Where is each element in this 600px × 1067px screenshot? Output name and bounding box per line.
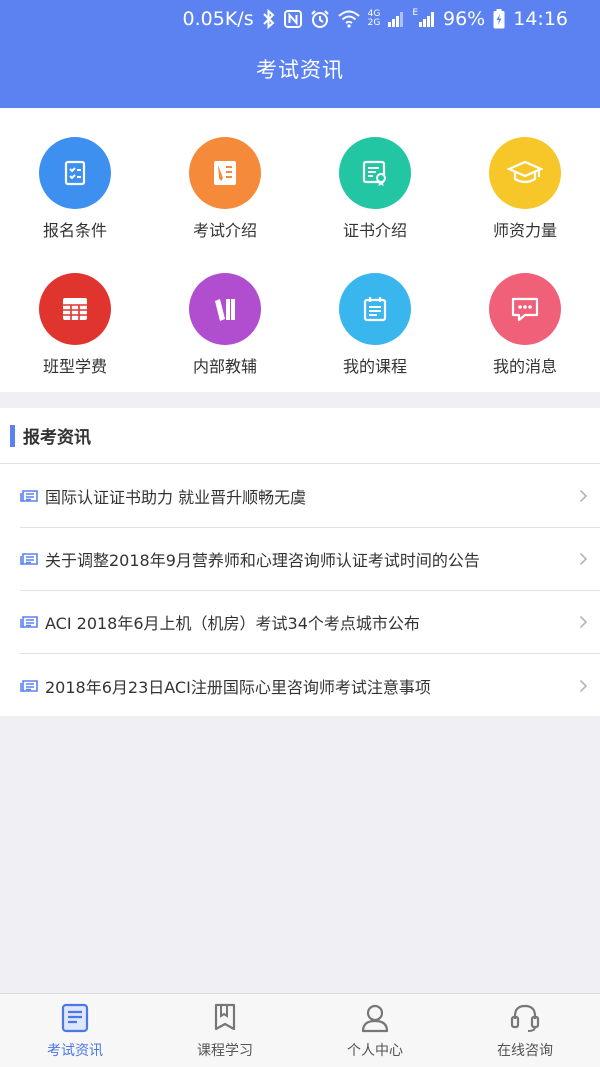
- signal-e-label: E: [412, 8, 418, 18]
- message-icon: [489, 273, 561, 345]
- app-header: 0.05K/s 4G 2G E 96% 14:16 考试资讯: [0, 0, 600, 108]
- signal-4g-2g-icon: 4G 2G: [367, 9, 381, 28]
- news-item-title: 国际认证证书助力 就业晋升顺畅无虞: [45, 488, 307, 507]
- wifi-icon: [337, 10, 360, 28]
- news-item[interactable]: 国际认证证书助力 就业晋升顺畅无虞: [20, 465, 600, 528]
- grid-label: 班型学费: [42, 357, 107, 376]
- chevron-right-icon: [566, 615, 600, 629]
- news-item[interactable]: 关于调整2018年9月营养师和心理咨询师认证考试时间的公告: [20, 528, 600, 591]
- network-speed: 0.05K/s: [182, 8, 254, 30]
- grid-item-certificate-introduction[interactable]: 证书介绍: [300, 137, 450, 257]
- section-accent-bar: [10, 424, 15, 447]
- news-item-title: 关于调整2018年9月营养师和心理咨询师认证考试时间的公告: [45, 551, 480, 570]
- newspaper-icon: [20, 490, 38, 502]
- chevron-right-icon: [566, 679, 600, 693]
- clock-time: 14:16: [513, 8, 568, 30]
- grid-label: 证书介绍: [342, 221, 407, 240]
- checklist-icon: [39, 137, 111, 209]
- news-icon: [61, 1003, 89, 1033]
- newspaper-icon: [20, 679, 38, 692]
- nfc-icon: [283, 10, 302, 28]
- battery-icon: [493, 9, 505, 29]
- grid-label: 内部教辅: [192, 357, 257, 376]
- news-item-title: 2018年6月23日ACI注册国际心里咨询师考试注意事项: [45, 677, 431, 697]
- chevron-right-icon: [566, 489, 600, 503]
- certificate-icon: [339, 137, 411, 209]
- grid-item-class-tuition[interactable]: 班型学费: [0, 273, 150, 393]
- tab-course-study[interactable]: 课程学习: [150, 994, 300, 1067]
- chevron-right-icon: [566, 552, 600, 566]
- person-icon: [361, 1004, 389, 1033]
- tab-label: 课程学习: [197, 1043, 253, 1059]
- headset-icon: [510, 1004, 540, 1032]
- news-section-title: 报考资讯: [23, 428, 91, 448]
- tab-label: 在线咨询: [497, 1043, 553, 1059]
- calendar-note-icon: [339, 273, 411, 345]
- table-icon: [39, 273, 111, 345]
- news-section: 报考资讯 国际认证证书助力 就业晋升顺畅无虞 关于调整2018年9月营养师和心理…: [0, 408, 600, 716]
- grid-item-faculty-strength[interactable]: 师资力量: [450, 137, 600, 257]
- bookmark-book-icon: [214, 1003, 236, 1031]
- grid-label: 师资力量: [492, 221, 557, 240]
- document-pen-icon: [189, 137, 261, 209]
- grid-label: 我的消息: [492, 357, 557, 376]
- bottom-tab-bar: 考试资讯 课程学习 个人中心 在线咨询: [0, 993, 600, 1067]
- news-section-header: 报考资讯: [0, 408, 600, 464]
- tab-exam-news[interactable]: 考试资讯: [0, 994, 150, 1067]
- grid-label: 考试介绍: [192, 221, 257, 240]
- grid-item-exam-introduction[interactable]: 考试介绍: [150, 137, 300, 257]
- bluetooth-icon: [262, 9, 276, 29]
- books-icon: [189, 273, 261, 345]
- grid-label: 我的课程: [342, 357, 407, 376]
- news-item[interactable]: ACI 2018年6月上机（机房）考试34个考点城市公布: [20, 591, 600, 654]
- tab-label: 考试资讯: [47, 1043, 103, 1059]
- signal-bars-icon: [388, 11, 404, 27]
- feature-grid: 报名条件 考试介绍 证书介绍 师资力量 班型学费 内部教辅 我的课程 我的消息: [0, 108, 600, 392]
- graduation-cap-icon: [489, 137, 561, 209]
- tab-online-consult[interactable]: 在线咨询: [450, 994, 600, 1067]
- news-item-title: ACI 2018年6月上机（机房）考试34个考点城市公布: [45, 614, 420, 633]
- battery-percent: 96%: [443, 8, 486, 30]
- grid-item-registration-conditions[interactable]: 报名条件: [0, 137, 150, 257]
- grid-item-my-messages[interactable]: 我的消息: [450, 273, 600, 393]
- status-bar: 0.05K/s 4G 2G E 96% 14:16: [0, 0, 600, 38]
- newspaper-icon: [20, 553, 38, 565]
- page-title: 考试资讯: [256, 58, 344, 82]
- news-item[interactable]: 2018年6月23日ACI注册国际心里咨询师考试注意事项: [20, 654, 600, 717]
- grid-item-my-courses[interactable]: 我的课程: [300, 273, 450, 393]
- tab-label: 个人中心: [347, 1043, 403, 1059]
- alarm-icon: [310, 9, 330, 29]
- grid-label: 报名条件: [42, 221, 107, 240]
- tab-personal-center[interactable]: 个人中心: [300, 994, 450, 1067]
- grid-item-internal-materials[interactable]: 内部教辅: [150, 273, 300, 393]
- signal-bars-2-icon: [419, 11, 435, 27]
- newspaper-icon: [20, 616, 38, 628]
